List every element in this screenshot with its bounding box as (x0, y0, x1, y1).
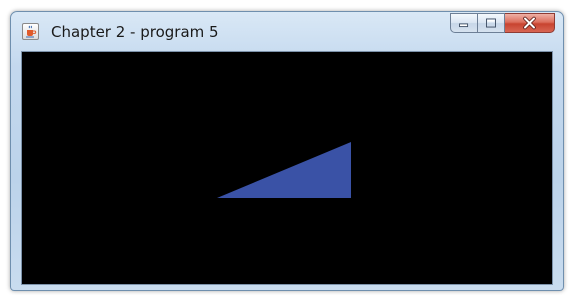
maximize-button[interactable] (478, 13, 505, 33)
close-icon (523, 16, 536, 30)
maximize-icon (486, 18, 496, 28)
application-window: Chapter 2 - program 5 (10, 11, 564, 291)
java-coffee-cup-icon[interactable] (22, 23, 39, 40)
drawing-canvas (22, 52, 552, 284)
window-title: Chapter 2 - program 5 (51, 23, 219, 41)
close-button[interactable] (505, 13, 555, 33)
blue-triangle (217, 142, 351, 198)
window-controls (450, 13, 555, 35)
minimize-button[interactable] (450, 13, 478, 33)
minimize-icon (459, 23, 469, 28)
title-bar[interactable]: Chapter 2 - program 5 (11, 12, 563, 52)
